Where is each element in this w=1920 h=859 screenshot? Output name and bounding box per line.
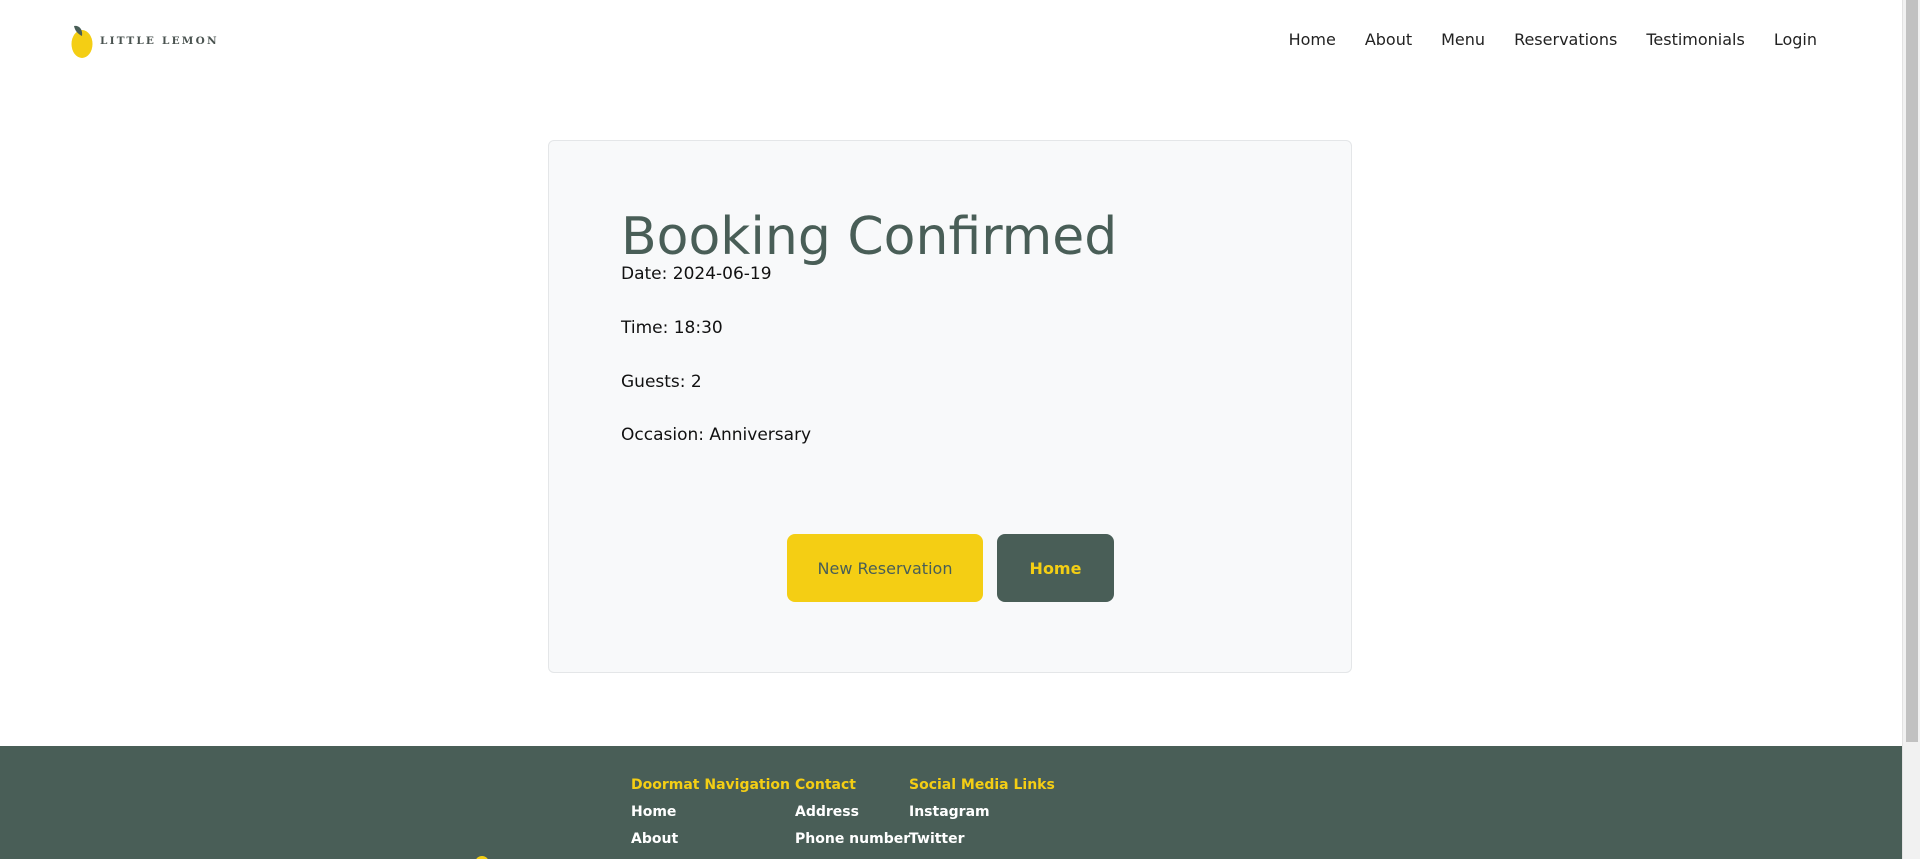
- page: LITTLE LEMON Home About Menu Reservation…: [0, 0, 1920, 859]
- footer-heading: Contact: [795, 777, 856, 793]
- logo[interactable]: LITTLE LEMON: [70, 22, 219, 60]
- nav-testimonials[interactable]: Testimonials: [1646, 30, 1745, 49]
- home-button[interactable]: Home: [997, 534, 1114, 602]
- footer-heading: Doormat Navigation: [631, 777, 790, 793]
- nav-about[interactable]: About: [1365, 30, 1412, 49]
- scrollbar-thumb[interactable]: [1906, 0, 1918, 742]
- site-header: LITTLE LEMON Home About Menu Reservation…: [0, 0, 1902, 84]
- booking-guests: Guests: 2: [621, 372, 702, 392]
- footer-heading: Social Media Links: [909, 777, 1055, 793]
- booking-confirmation-card: Booking Confirmed Date: 2024-06-19 Time:…: [548, 140, 1352, 673]
- nav-menu[interactable]: Menu: [1441, 30, 1485, 49]
- footer-link-instagram[interactable]: Instagram: [909, 804, 1055, 820]
- footer-column-contact: Contact Address Phone number: [795, 777, 910, 858]
- footer-column-social: Social Media Links Instagram Twitter: [909, 777, 1055, 858]
- new-reservation-button[interactable]: New Reservation: [787, 534, 983, 602]
- nav-home[interactable]: Home: [1289, 30, 1336, 49]
- nav-login[interactable]: Login: [1774, 30, 1817, 49]
- booking-time: Time: 18:30: [621, 318, 723, 338]
- footer-link-twitter[interactable]: Twitter: [909, 831, 1055, 847]
- nav-reservations[interactable]: Reservations: [1514, 30, 1617, 49]
- footer-link-about[interactable]: About: [631, 831, 790, 847]
- footer-link-phone[interactable]: Phone number: [795, 831, 910, 847]
- booking-date: Date: 2024-06-19: [621, 264, 772, 284]
- footer-column-doormat: Doormat Navigation Home About: [631, 777, 790, 858]
- logo-text: LITTLE LEMON: [100, 35, 219, 47]
- footer-link-address[interactable]: Address: [795, 804, 910, 820]
- content-area: LITTLE LEMON Home About Menu Reservation…: [0, 0, 1902, 859]
- main-nav: Home About Menu Reservations Testimonial…: [1289, 30, 1817, 49]
- page-title: Booking Confirmed: [621, 207, 1118, 267]
- booking-occasion: Occasion: Anniversary: [621, 425, 812, 445]
- vertical-scrollbar[interactable]: [1902, 0, 1920, 859]
- lemon-icon: [71, 25, 93, 58]
- site-footer: Doormat Navigation Home About Contact Ad…: [0, 746, 1902, 859]
- footer-link-home[interactable]: Home: [631, 804, 790, 820]
